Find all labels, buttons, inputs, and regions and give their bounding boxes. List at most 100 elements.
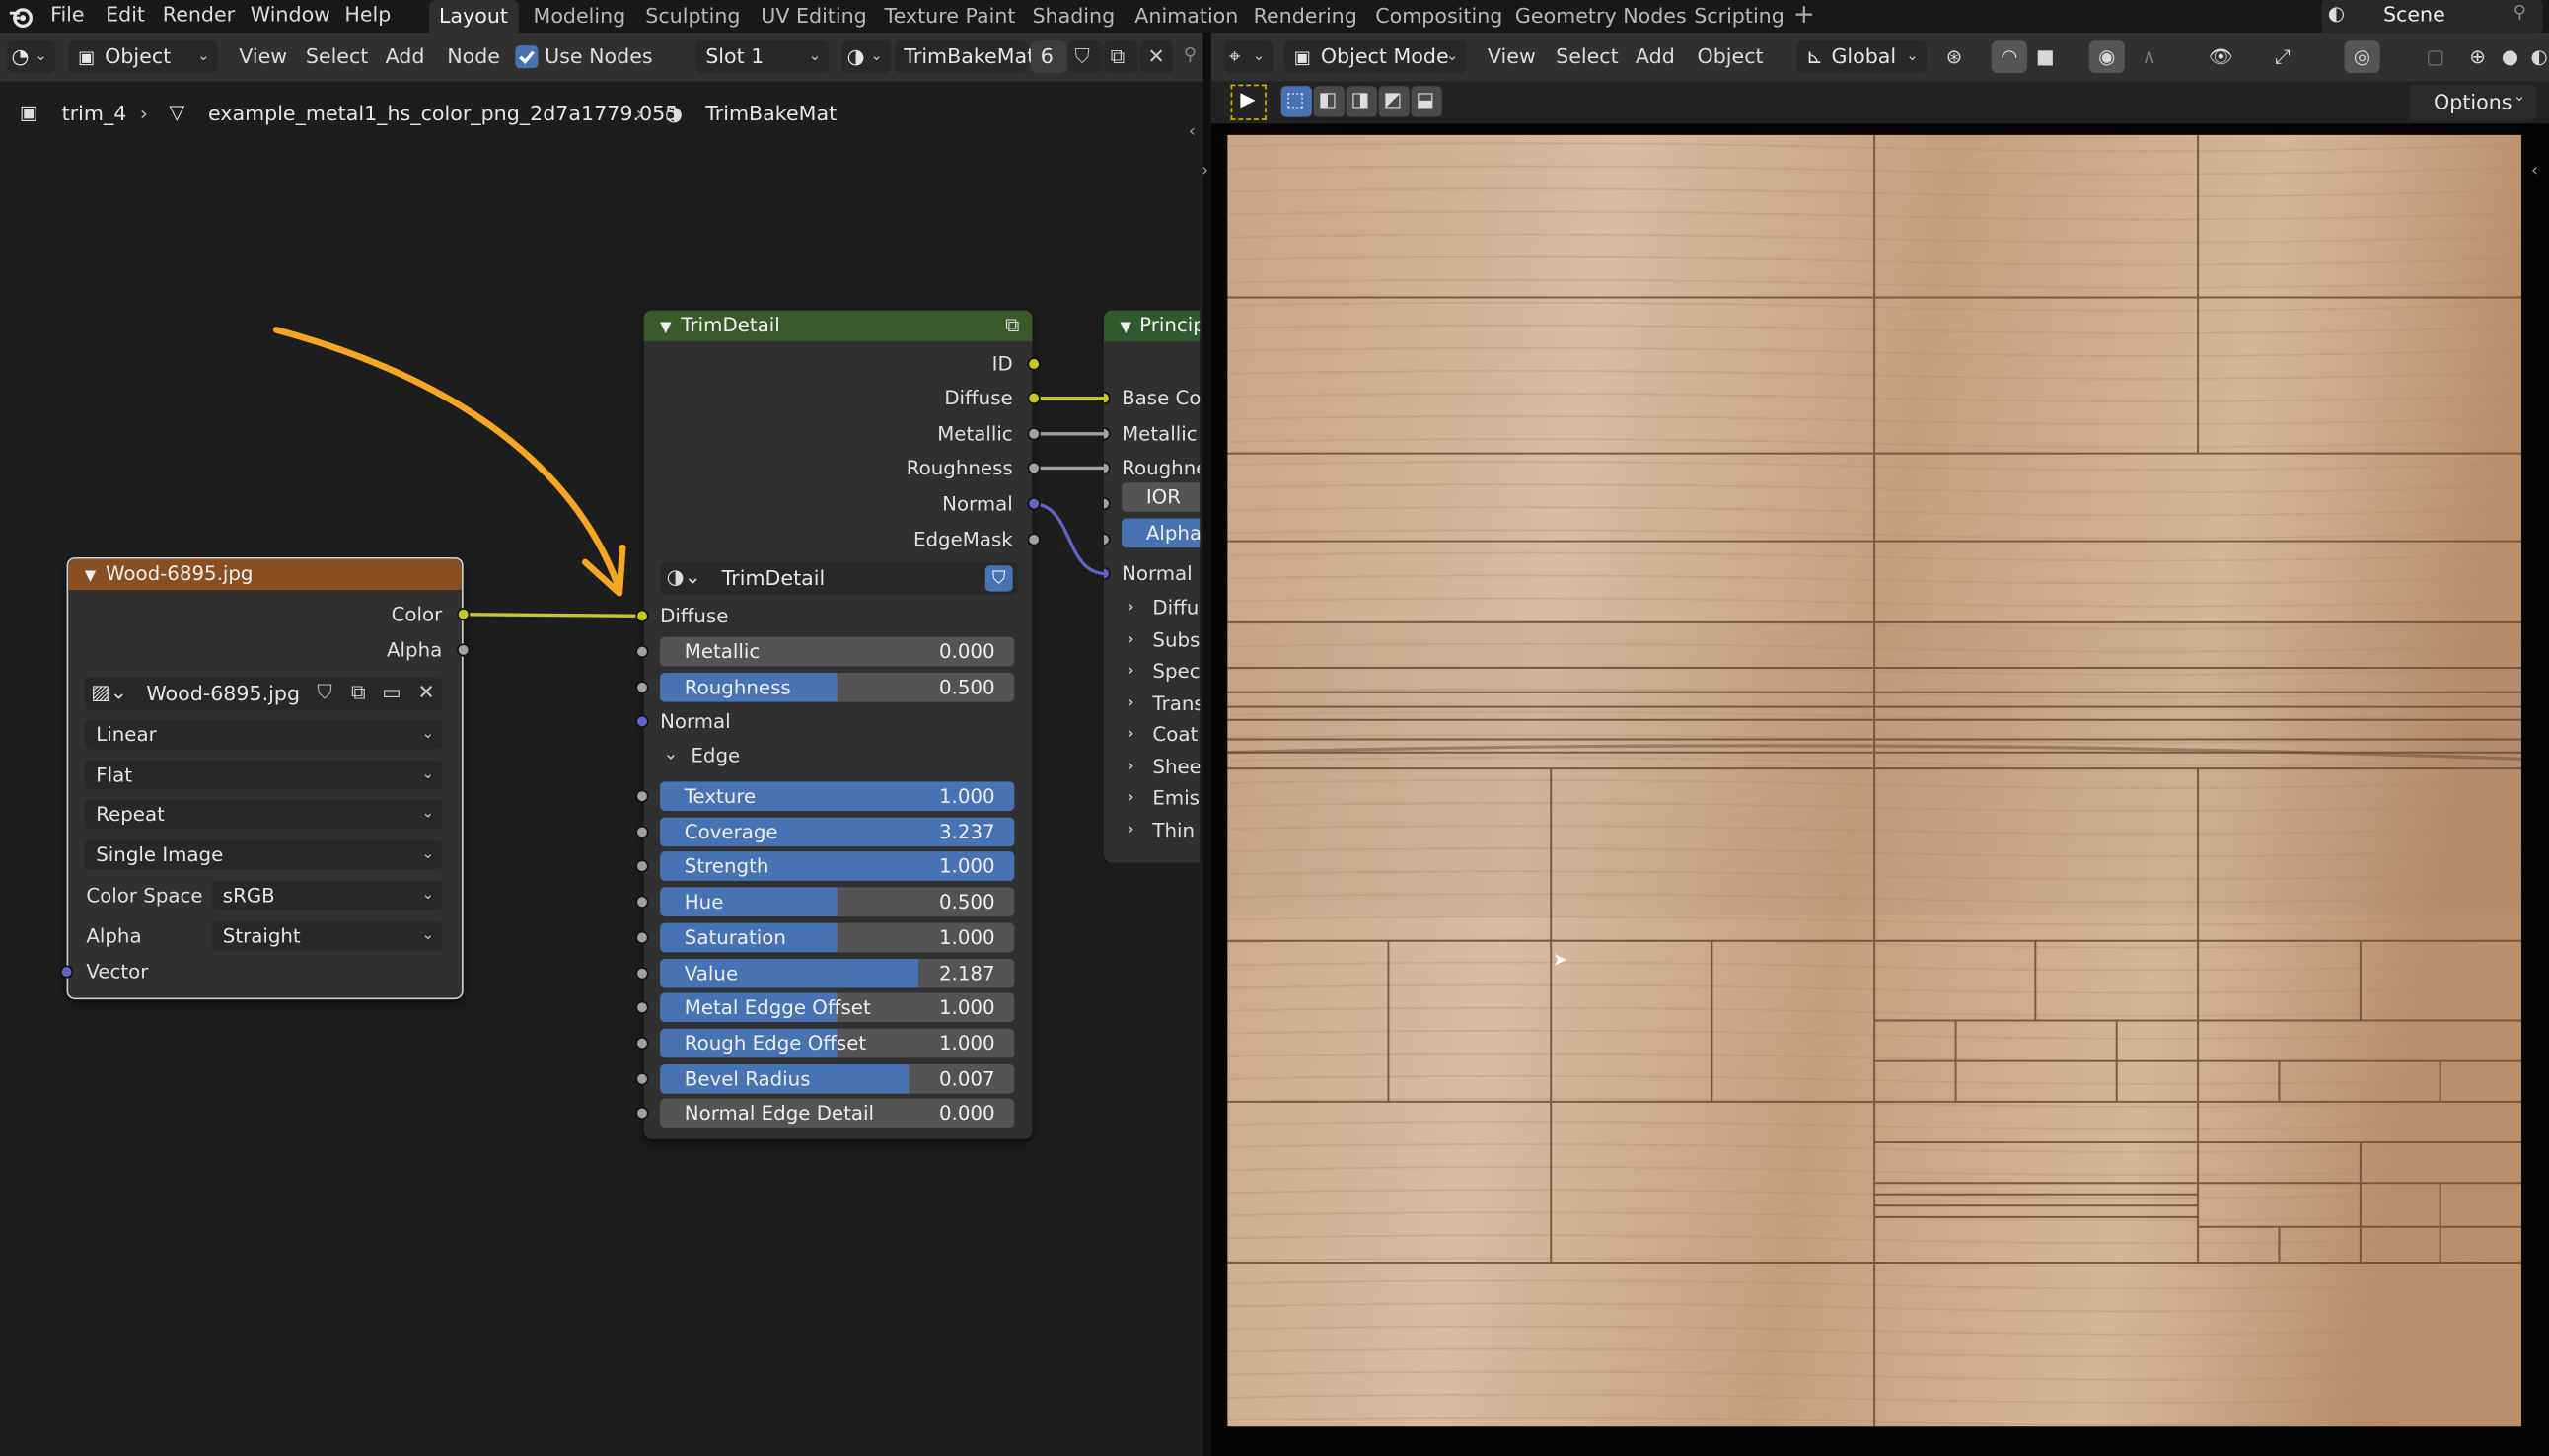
menu-edit[interactable]: Edit — [106, 2, 145, 32]
output-roughness-socket[interactable] — [1027, 461, 1041, 475]
shield-check-icon[interactable]: ⛉ — [984, 565, 1013, 592]
extension-dropdown[interactable]: Repeat ⌄ — [84, 799, 443, 830]
xray-toggle[interactable]: ▢ — [2418, 40, 2453, 73]
input-socket[interactable] — [635, 860, 649, 874]
transform-orientation-dropdown[interactable]: ⊾ Global ⌄ — [1796, 40, 1927, 74]
options-dropdown[interactable]: Options ⌄ — [2409, 84, 2536, 120]
group-datablock[interactable]: ◑⌄ TrimDetail ⛉ — [660, 561, 1018, 595]
plus-icon[interactable]: + — [1793, 0, 1815, 30]
param-field[interactable]: Metallic 0.000 — [660, 636, 1015, 667]
input-socket[interactable] — [635, 895, 649, 909]
tab-scripting[interactable]: Scripting — [1684, 0, 1793, 33]
image-texture-node[interactable]: ▼ Wood-6895.jpg Color Alpha ▨⌄ Wood-6895.… — [59, 557, 471, 1000]
input-socket[interactable] — [635, 930, 649, 944]
input-socket[interactable] — [635, 1001, 649, 1015]
sidebar-toggle-icon[interactable]: ‹ — [2531, 159, 2538, 180]
group-name-label[interactable]: TrimDetail — [722, 565, 826, 591]
projection-dropdown[interactable]: Flat ⌄ — [84, 760, 443, 790]
output-color-socket[interactable] — [457, 608, 471, 621]
tab-rendering[interactable]: Rendering — [1244, 0, 1367, 33]
tab-uv-editing[interactable]: UV Editing — [751, 0, 876, 33]
collapse-icon[interactable]: ▼ — [85, 569, 96, 585]
tab-sculpting[interactable]: Sculpting — [635, 0, 750, 33]
tab-shading[interactable]: Shading — [1023, 0, 1125, 33]
menu-help[interactable]: Help — [344, 2, 391, 32]
param-field[interactable]: Metal Edgge Offset 1.000 — [660, 992, 1015, 1023]
gizmo-button[interactable]: ⤢ — [2265, 40, 2300, 73]
select-mode-invert[interactable]: ◩ — [1378, 86, 1410, 117]
chevron-right-icon[interactable]: › — [1127, 690, 1134, 712]
shading-material-button[interactable]: ◐ — [2521, 40, 2549, 73]
select-mode-subtract[interactable]: ◨ — [1346, 86, 1377, 117]
param-field[interactable]: Hue 0.500 — [660, 887, 1015, 917]
folder-icon[interactable]: ▭ — [382, 680, 401, 704]
tab-compositing[interactable]: Compositing — [1365, 0, 1512, 33]
panel-label[interactable]: Thin F — [1152, 817, 1200, 842]
snap-toggle[interactable]: ◠ — [1991, 40, 2028, 74]
chevron-right-icon[interactable]: › — [1127, 754, 1134, 776]
trimdetail-group-node[interactable]: ▼ TrimDetail ⧉ ID Diffuse Metallic Roughn… — [635, 310, 1041, 1139]
menu-add[interactable]: Add — [1636, 40, 1675, 73]
alpha-mode-dropdown[interactable]: Straight ⌄ — [211, 921, 443, 951]
output-id-socket[interactable] — [1027, 357, 1041, 371]
proportional-edit-button[interactable]: ◉ — [2088, 40, 2125, 74]
blender-logo-icon[interactable] — [8, 3, 34, 29]
collapse-icon[interactable]: ▼ — [1120, 321, 1130, 336]
param-field[interactable]: Bevel Radius 0.007 — [660, 1063, 1015, 1093]
output-diffuse-socket[interactable] — [1027, 391, 1041, 405]
input-vector-socket[interactable] — [59, 965, 74, 979]
visibility-button[interactable]: 👁 — [2203, 40, 2238, 73]
editor-type-selector[interactable]: ⌖ ⌄ — [1223, 40, 1274, 74]
panel-label[interactable]: Trans — [1152, 690, 1200, 715]
overlay-button[interactable]: ◎ — [2344, 40, 2380, 74]
output-metallic-socket[interactable] — [1027, 427, 1041, 441]
shading-wireframe-button[interactable]: ⊕ — [2459, 40, 2495, 73]
chevron-right-icon[interactable]: › — [1127, 626, 1134, 649]
menu-file[interactable]: File — [50, 2, 84, 32]
input-socket[interactable] — [635, 681, 649, 694]
image-name-label[interactable]: Wood-6895.jpg — [146, 681, 300, 706]
chevron-right-icon[interactable]: › — [1127, 817, 1134, 839]
duplicate-icon[interactable]: ⧉ — [351, 680, 366, 705]
input-metallic-socket[interactable] — [1103, 427, 1111, 441]
param-field[interactable]: Normal Edge Detail 0.000 — [660, 1099, 1015, 1128]
node-editor[interactable]: ◔ ⌄ ▣ Object ⌄ View Select Add Node Use Nod… — [0, 32, 1203, 1456]
input-socket[interactable] — [635, 644, 649, 659]
input-ior-socket[interactable] — [1103, 497, 1111, 511]
param-field[interactable]: Saturation 1.000 — [660, 922, 1015, 952]
chevron-down-icon[interactable]: ⌄ — [663, 743, 678, 764]
input-normal-socket[interactable] — [635, 714, 649, 728]
input-socket[interactable] — [635, 1071, 649, 1085]
input-socket[interactable] — [635, 1107, 649, 1121]
chevron-right-icon[interactable]: › — [1127, 658, 1134, 681]
viewport-area[interactable]: ➤ — [1210, 123, 2549, 1456]
snap-target-button[interactable]: ■ — [2027, 40, 2063, 73]
node-group-icon[interactable]: ⧉ — [1005, 311, 1019, 341]
image-datablock[interactable]: ▨⌄ Wood-6895.jpg ⛉ ⧉ ▭ ✕ — [84, 677, 443, 710]
collapse-icon[interactable]: ▼ — [660, 321, 671, 336]
area-separator[interactable]: › — [1202, 32, 1211, 1456]
chevron-right-icon[interactable]: › — [1202, 159, 1208, 180]
output-alpha-socket[interactable] — [457, 643, 471, 657]
source-dropdown[interactable]: Single Image ⌄ — [84, 839, 443, 870]
input-alpha-socket[interactable] — [1103, 533, 1111, 546]
ior-field[interactable]: IOR — [1122, 482, 1201, 512]
edge-panel-label[interactable]: Edge — [691, 743, 740, 768]
tab-texture-paint[interactable]: Texture Paint — [875, 0, 1026, 33]
param-field[interactable]: Roughness 0.500 — [660, 672, 1015, 702]
chevron-right-icon[interactable]: › — [1127, 721, 1134, 744]
menu-object[interactable]: Object — [1698, 40, 1764, 73]
input-socket[interactable] — [635, 789, 649, 803]
menu-view[interactable]: View — [1488, 40, 1536, 73]
interpolation-dropdown[interactable]: Linear ⌄ — [84, 719, 443, 750]
select-mode-new[interactable]: ⬚ — [1280, 86, 1312, 117]
menu-window[interactable]: Window — [251, 2, 330, 32]
principled-node-header[interactable]: ▼ Princip — [1103, 310, 1201, 341]
close-icon[interactable]: ✕ — [418, 680, 435, 704]
panel-label[interactable]: Emiss — [1152, 785, 1200, 811]
input-socket[interactable] — [635, 1036, 649, 1050]
param-field[interactable]: Strength 1.000 — [660, 851, 1015, 882]
falloff-button[interactable]: ∧ — [2132, 40, 2167, 73]
output-edgemask-socket[interactable] — [1027, 533, 1041, 546]
scene-selector[interactable]: ◐ Scene ⚲ — [2321, 0, 2543, 33]
